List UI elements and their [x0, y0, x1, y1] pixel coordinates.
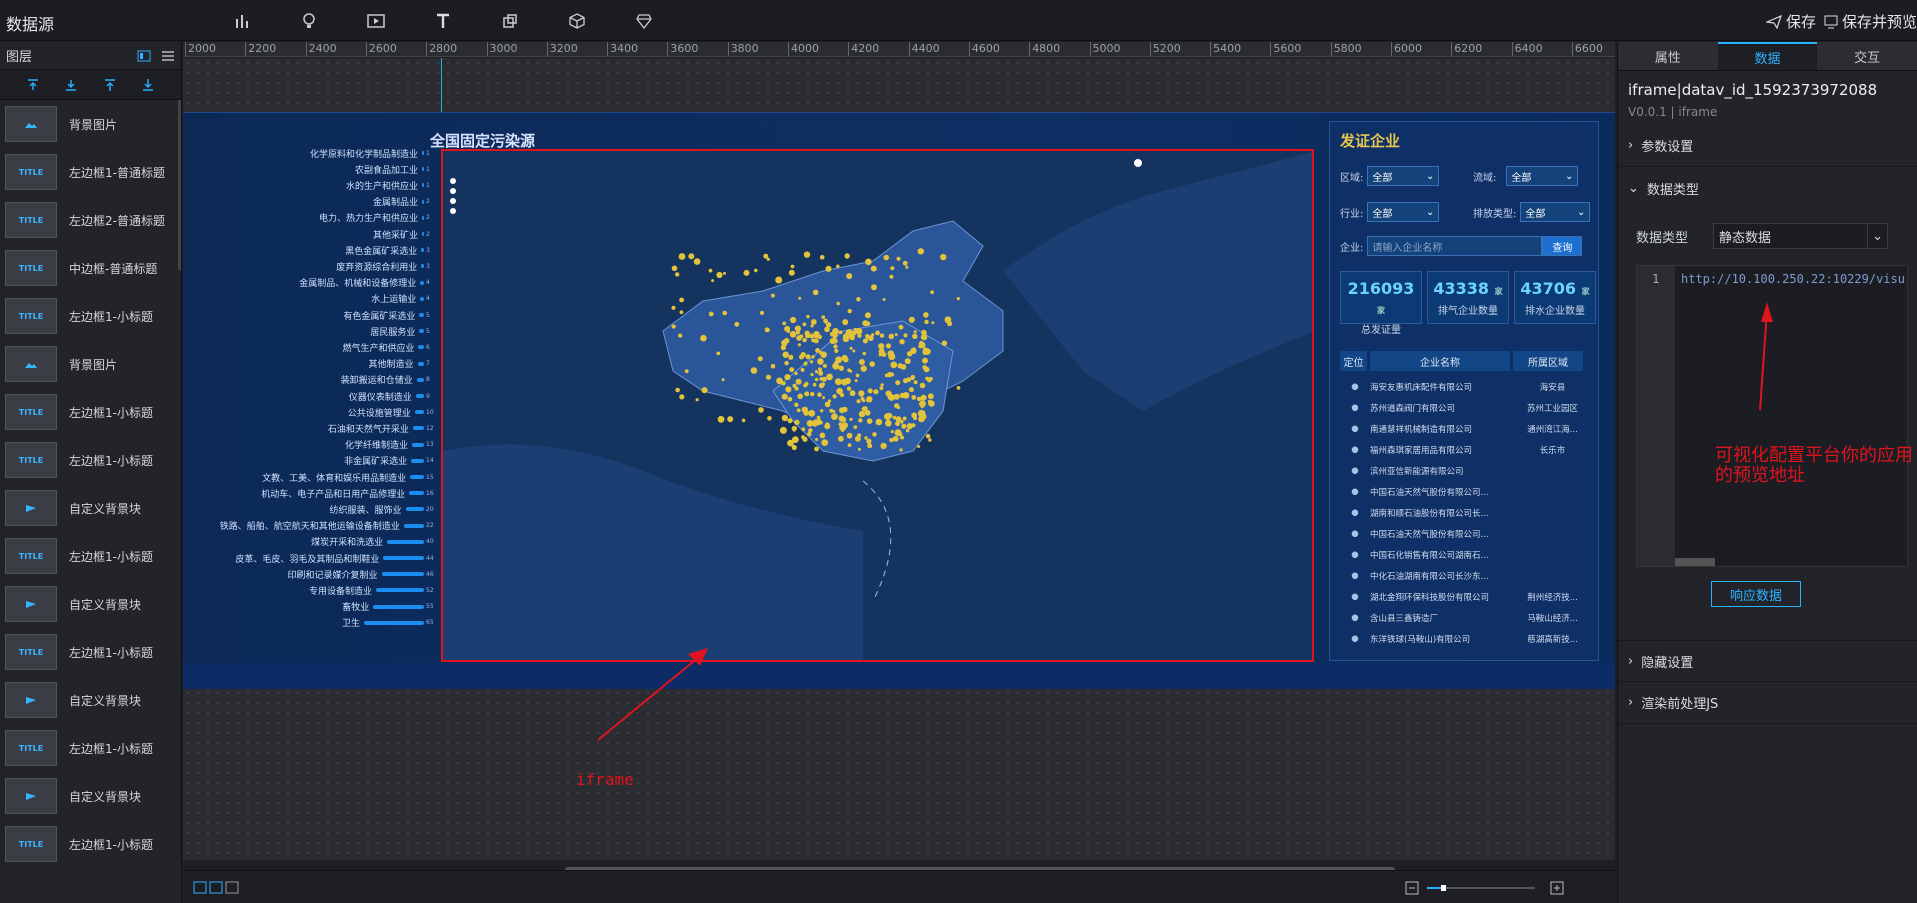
layout-toggle-icons[interactable] — [193, 881, 239, 895]
preview-url-annotation: 可视化配置平台你的应用的预览地址 — [1715, 445, 1913, 486]
zoom-slider[interactable] — [1405, 881, 1565, 895]
annotation-arrows — [597, 302, 1773, 741]
status-bar — [183, 870, 1615, 903]
iframe-annotation: iframe — [576, 770, 634, 789]
